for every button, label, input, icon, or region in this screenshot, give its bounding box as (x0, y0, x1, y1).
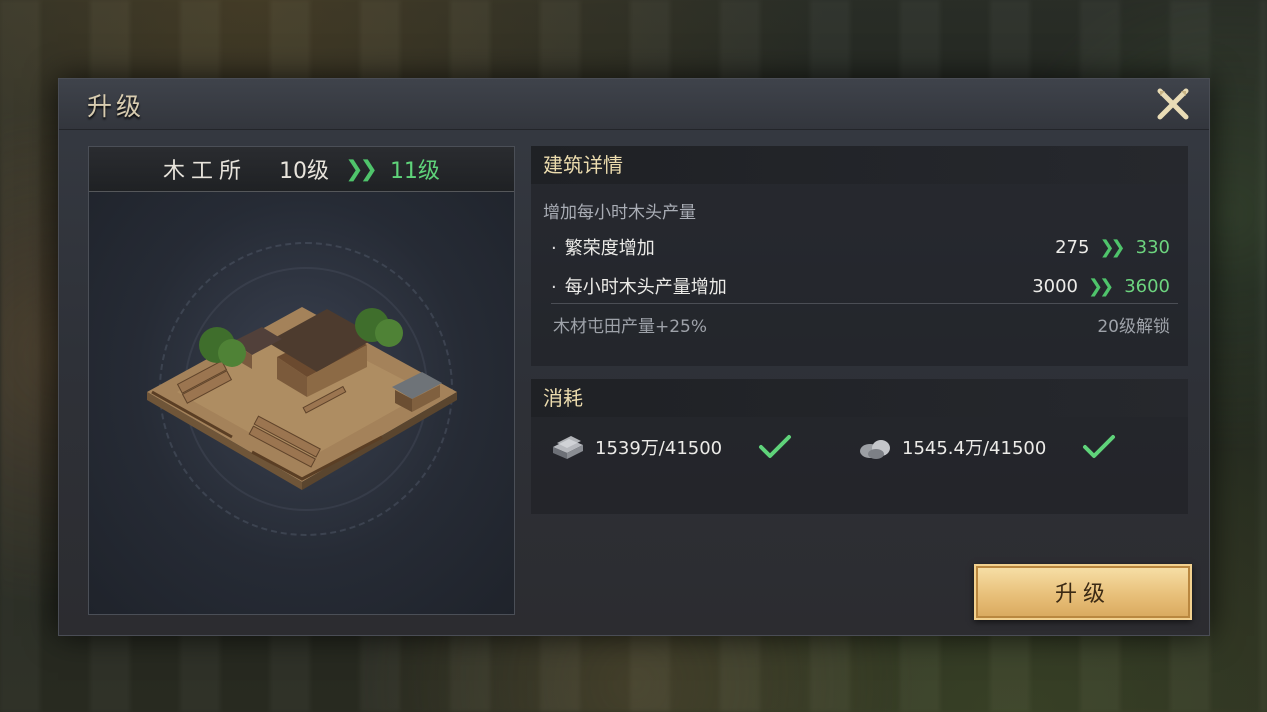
building-details-section: 建筑详情 增加每小时木头产量 繁荣度增加 275 ❯❯ 330 每小时木头产量增… (531, 146, 1188, 366)
next-level: 11级 (389, 159, 440, 184)
locked-bonus-row: 木材屯田产量+25% 20级解锁 (553, 309, 1170, 339)
cost-section: 消耗 1539万/41500 1545.4万/41500 (531, 379, 1188, 514)
cost-header: 消耗 (531, 379, 1188, 417)
cost-item-stone: 1545.4万/41500 (856, 429, 1116, 465)
cost-amount: 1539万/41500 (595, 438, 723, 459)
stat-values: 3000 ❯❯ 3600 (1032, 276, 1170, 297)
stat-from-value: 275 (1055, 236, 1090, 258)
divider (551, 303, 1178, 304)
cost-amount: 1545.4万/41500 (902, 438, 1047, 459)
building-details-header: 建筑详情 (531, 146, 1188, 184)
dialog-header: 升级 (59, 79, 1209, 130)
check-icon (1083, 435, 1116, 458)
increase-arrow-icon: ❯❯ (1099, 236, 1125, 258)
iron-ingot-icon (553, 436, 583, 459)
stone-icon (860, 440, 890, 459)
stat-to-value: 330 (1135, 236, 1170, 258)
building-name: 木工所 (163, 159, 248, 184)
stat-label: 每小时木头产量增加 (551, 273, 727, 299)
stat-row-wood-production: 每小时木头产量增加 3000 ❯❯ 3600 (551, 271, 1170, 301)
increase-arrow-icon: ❯❯ (1088, 275, 1114, 297)
current-level: 10级 (279, 159, 330, 184)
upgrade-button[interactable]: 升级 (974, 564, 1192, 620)
stat-label: 繁荣度增加 (551, 234, 655, 260)
stat-row-prosperity: 繁荣度增加 275 ❯❯ 330 (551, 232, 1170, 262)
cost-item-iron: 1539万/41500 (549, 429, 792, 465)
close-icon (1157, 88, 1189, 120)
locked-bonus-unlock: 20级解锁 (1097, 316, 1170, 337)
check-icon (759, 435, 792, 458)
dialog-title: 升级 (87, 92, 146, 121)
building-description: 增加每小时木头产量 (543, 203, 696, 223)
building-level-header: 木工所 10级 ❯❯ 11级 (89, 147, 514, 192)
lumber-mill-building-image (147, 307, 457, 490)
upgrade-dialog: 升级 木工所 10级 ❯❯ 11级 建筑详情 增加每小时木头产量 · 繁荣度增加… (58, 78, 1210, 636)
stat-to-value: 3600 (1124, 275, 1170, 297)
stat-values: 275 ❯❯ 330 (1055, 237, 1170, 258)
level-arrow-icon: ❯❯ (345, 156, 378, 182)
stat-from-value: 3000 (1032, 275, 1079, 297)
close-button[interactable] (1155, 87, 1191, 123)
building-card: 木工所 10级 ❯❯ 11级 (88, 146, 515, 615)
locked-bonus-label: 木材屯田产量+25% (553, 316, 708, 337)
